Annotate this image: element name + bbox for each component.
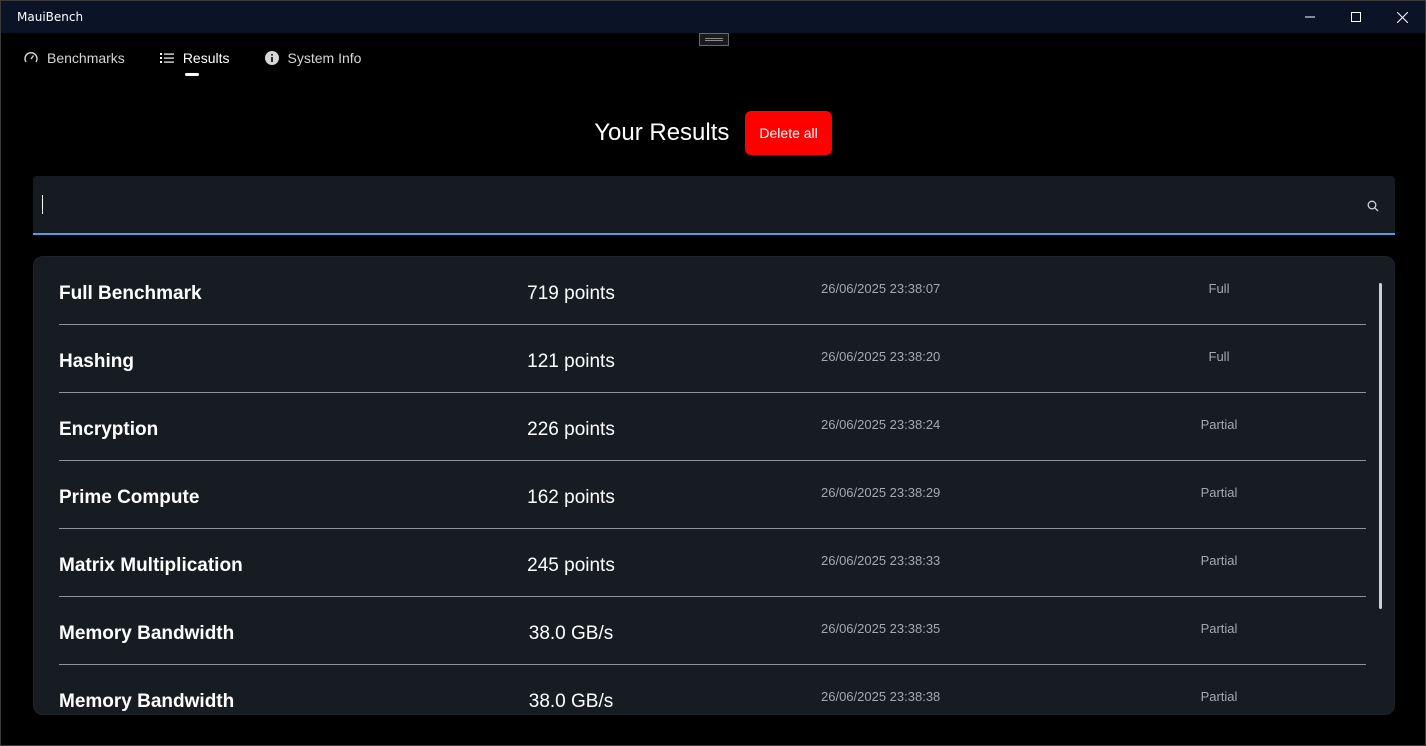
result-type: Full — [1208, 349, 1230, 364]
result-row[interactable]: Memory Bandwidth 38.0 GB/s 26/06/2025 23… — [59, 665, 1366, 714]
result-name: Hashing — [59, 351, 134, 372]
result-score: 245 points — [527, 555, 615, 576]
tab-label: Benchmarks — [47, 50, 125, 66]
close-icon — [1396, 11, 1408, 23]
result-name: Prime Compute — [59, 487, 200, 508]
result-row[interactable]: Hashing 121 points 26/06/2025 23:38:20 F… — [59, 325, 1366, 393]
result-type: Partial — [1200, 417, 1238, 432]
page-title: Your Results — [594, 119, 730, 146]
result-name: Full Benchmark — [59, 283, 202, 304]
gauge-icon — [23, 50, 39, 66]
maximize-icon — [1351, 12, 1361, 22]
tab-benchmarks[interactable]: Benchmarks — [21, 45, 143, 71]
drag-handle[interactable] — [699, 33, 729, 46]
list-icon — [159, 50, 175, 66]
result-date: 26/06/2025 23:38:38 — [821, 689, 941, 704]
tab-system-info[interactable]: System Info — [262, 45, 380, 71]
result-date: 26/06/2025 23:38:35 — [821, 621, 941, 636]
close-button[interactable] — [1379, 1, 1425, 33]
search-input[interactable] — [41, 176, 1351, 233]
result-type: Partial — [1200, 689, 1238, 704]
results-list[interactable]: Full Benchmark 719 points 26/06/2025 23:… — [33, 256, 1395, 715]
result-date: 26/06/2025 23:38:24 — [821, 417, 941, 432]
result-type: Partial — [1200, 485, 1238, 500]
delete-all-button[interactable]: Delete all — [745, 111, 832, 155]
result-row[interactable]: Prime Compute 162 points 26/06/2025 23:3… — [59, 461, 1366, 529]
result-type: Partial — [1200, 621, 1238, 636]
result-score: 162 points — [527, 487, 615, 508]
result-row[interactable]: Matrix Multiplication 245 points 26/06/2… — [59, 529, 1366, 597]
result-name: Encryption — [59, 419, 159, 440]
app-title: MauiBench — [17, 10, 84, 24]
result-row[interactable]: Encryption 226 points 26/06/2025 23:38:2… — [59, 393, 1366, 461]
maximize-button[interactable] — [1333, 1, 1379, 33]
result-row[interactable]: Memory Bandwidth 38.0 GB/s 26/06/2025 23… — [59, 597, 1366, 665]
app-window: MauiBench Benchmarks Results System Info… — [0, 0, 1426, 746]
text-caret — [42, 195, 43, 214]
minimize-button[interactable] — [1287, 1, 1333, 33]
result-type: Partial — [1200, 553, 1238, 568]
result-score: 226 points — [527, 419, 615, 440]
result-score: 38.0 GB/s — [528, 623, 614, 644]
tab-bar: Benchmarks Results System Info — [21, 45, 393, 79]
tab-label: Results — [182, 50, 230, 66]
result-score: 38.0 GB/s — [528, 691, 614, 712]
result-score: 719 points — [527, 283, 615, 304]
title-bar[interactable]: MauiBench — [1, 1, 1425, 33]
minimize-icon — [1305, 16, 1315, 18]
result-date: 26/06/2025 23:38:07 — [821, 281, 941, 296]
search-bar[interactable] — [33, 176, 1395, 235]
page-header: Your Results Delete all — [1, 111, 1425, 155]
tab-label: System Info — [287, 50, 362, 66]
tab-results[interactable]: Results — [157, 45, 248, 76]
result-score: 121 points — [527, 351, 615, 372]
result-date: 26/06/2025 23:38:20 — [821, 349, 941, 364]
info-icon — [264, 50, 280, 66]
result-name: Matrix Multiplication — [59, 555, 243, 576]
result-date: 26/06/2025 23:38:29 — [821, 485, 941, 500]
result-row[interactable]: Full Benchmark 719 points 26/06/2025 23:… — [59, 257, 1366, 325]
result-type: Full — [1208, 281, 1230, 296]
result-name: Memory Bandwidth — [59, 691, 235, 712]
grip-icon — [705, 38, 723, 41]
result-name: Memory Bandwidth — [59, 623, 235, 644]
search-icon[interactable] — [1367, 197, 1381, 212]
scrollbar[interactable] — [1379, 283, 1382, 609]
result-date: 26/06/2025 23:38:33 — [821, 553, 941, 568]
